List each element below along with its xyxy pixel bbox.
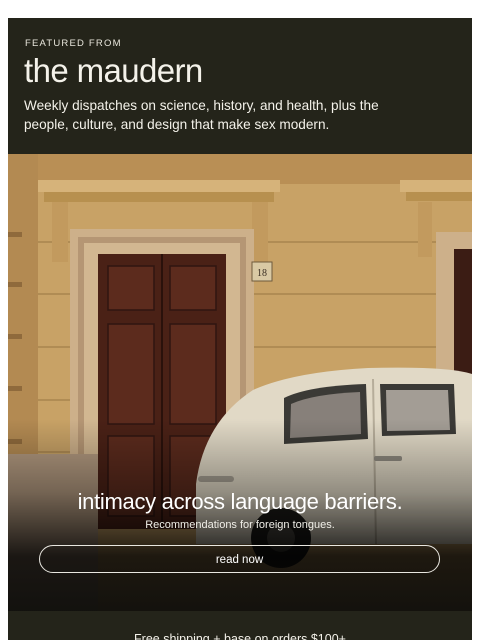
promo-bar: Free shipping + base on orders $100+ <box>8 611 472 640</box>
featured-eyebrow: FEATURED FROM <box>25 38 122 49</box>
newsletter-card: FEATURED FROM the maudern Weekly dispatc… <box>8 18 472 640</box>
hero-title: intimacy across language barriers. <box>77 489 403 514</box>
brand-tagline: Weekly dispatches on science, history, a… <box>24 98 379 132</box>
newsletter-header: FEATURED FROM the maudern Weekly dispatc… <box>8 18 472 154</box>
hero-subtitle: Recommendations for foreign tongues. <box>145 519 335 531</box>
promo-text: Free shipping + base on orders $100+ <box>134 632 346 640</box>
hero-banner[interactable]: 18 intimacy across language barriers. Re… <box>8 154 472 611</box>
brand-title[interactable]: the maudern <box>24 51 203 91</box>
read-now-button[interactable]: read now <box>39 545 440 573</box>
hero-gradient <box>8 154 472 611</box>
